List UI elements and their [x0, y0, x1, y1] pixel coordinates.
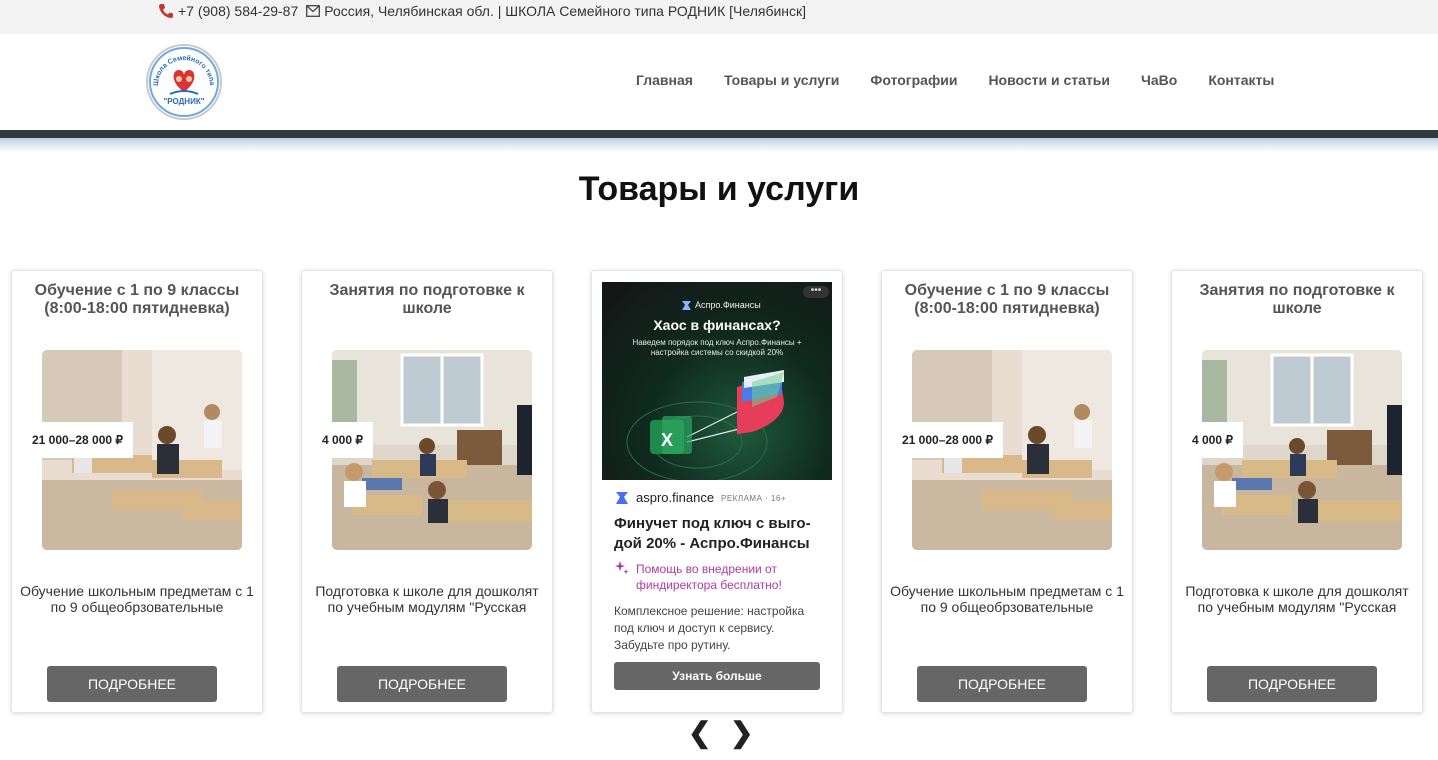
card-title[interactable]: Обучение с 1 по 9 классы (8:00-18:00 пят… — [20, 282, 254, 318]
nav-item-products[interactable]: Товары и услуги — [724, 72, 839, 88]
sparkle-icon — [615, 561, 629, 575]
top-contact-bar: +7 (908) 584-29-87 Россия, Челябинская о… — [0, 0, 1438, 34]
ad-more-options[interactable]: ••• — [803, 286, 829, 298]
nav-item-news[interactable]: Новости и статьи — [988, 72, 1110, 88]
ad-promo-text[interactable]: Помощь во внедрении от финдиректора бесп… — [636, 561, 836, 593]
card-description: Обучение школьным предметам с 1 по 9 общ… — [890, 583, 1124, 615]
ad-illustration: X — [626, 370, 784, 480]
nav-item-home[interactable]: Главная — [636, 72, 693, 88]
price-tag: 4 000 ₽ — [1182, 422, 1243, 458]
price-tag: 21 000–28 000 ₽ — [892, 422, 1004, 458]
card-description: Подготовка к школе для дошколят по учебн… — [315, 583, 539, 615]
nav-item-faq[interactable]: ЧаВо — [1141, 72, 1177, 88]
ad-label: РЕКЛАМА · 16+ — [721, 494, 787, 503]
product-card[interactable]: Обучение с 1 по 9 классы (8:00-18:00 пят… — [881, 270, 1133, 713]
mail-icon — [306, 5, 321, 17]
details-button[interactable]: Подробнее — [47, 666, 217, 702]
svg-text:X: X — [661, 430, 673, 450]
phone-number[interactable]: +7 (908) 584-29-87 — [178, 3, 298, 19]
card-description: Обучение школьным предметам с 1 по 9 общ… — [20, 583, 254, 615]
ad-source[interactable]: aspro.finance — [636, 490, 714, 505]
ad-description: Комплексное решение: настройка под ключ … — [614, 604, 805, 652]
price-tag: 4 000 ₽ — [312, 422, 373, 458]
page-title: Товары и услуги — [578, 170, 860, 208]
details-button[interactable]: Подробнее — [917, 666, 1087, 702]
svg-text:"РОДНИК": "РОДНИК" — [163, 97, 204, 106]
card-description: Подготовка к школе для дошколят по учебн… — [1185, 583, 1409, 615]
card-title[interactable]: Занятия по подготовке к школе — [310, 282, 544, 318]
address-text: Россия, Челябинская обл. | ШКОЛА Семейно… — [324, 3, 807, 19]
main-nav: Главная Товары и услуги Фотографии Новос… — [636, 72, 1274, 88]
header-divider — [0, 130, 1438, 138]
ad-title[interactable]: Финучет под ключ с выго-дой 20% - Аспро.… — [614, 514, 824, 554]
aspro-logo-icon — [616, 492, 628, 504]
site-header: Школа Семейного типа "РОДНИК" Главная То… — [0, 34, 1438, 132]
card-title[interactable]: Занятия по подготовке к школе — [1180, 282, 1414, 318]
carousel-next-button[interactable]: ❯ — [730, 718, 753, 748]
price-tag: 21 000–28 000 ₽ — [22, 422, 134, 458]
phone-icon — [159, 4, 173, 18]
carousel-prev-button[interactable]: ❮ — [688, 718, 711, 748]
nav-item-contacts[interactable]: Контакты — [1208, 72, 1274, 88]
product-card[interactable]: Занятия по подготовке к школе 4 000 ₽ По… — [1171, 270, 1423, 713]
product-card[interactable]: Обучение с 1 по 9 классы (8:00-18:00 пят… — [11, 270, 263, 713]
contact-info: +7 (908) 584-29-87 Россия, Челябинская о… — [158, 3, 806, 19]
logo-graphic: Школа Семейного типа "РОДНИК" — [149, 47, 219, 117]
details-button[interactable]: Подробнее — [1207, 666, 1377, 702]
header-shadow — [0, 138, 1438, 152]
ad-card[interactable]: Аспро.Финансы Хаос в финансах? Наведем п… — [591, 270, 843, 713]
product-card[interactable]: Занятия по подготовке к школе 4 000 ₽ По… — [301, 270, 553, 713]
ad-learn-more-button[interactable]: Узнать больше — [614, 662, 820, 690]
details-button[interactable]: Подробнее — [337, 666, 507, 702]
nav-item-photos[interactable]: Фотографии — [870, 72, 957, 88]
ad-banner[interactable]: Аспро.Финансы Хаос в финансах? Наведем п… — [602, 282, 832, 480]
card-title[interactable]: Обучение с 1 по 9 классы (8:00-18:00 пят… — [890, 282, 1124, 318]
school-logo[interactable]: Школа Семейного типа "РОДНИК" — [146, 44, 222, 120]
